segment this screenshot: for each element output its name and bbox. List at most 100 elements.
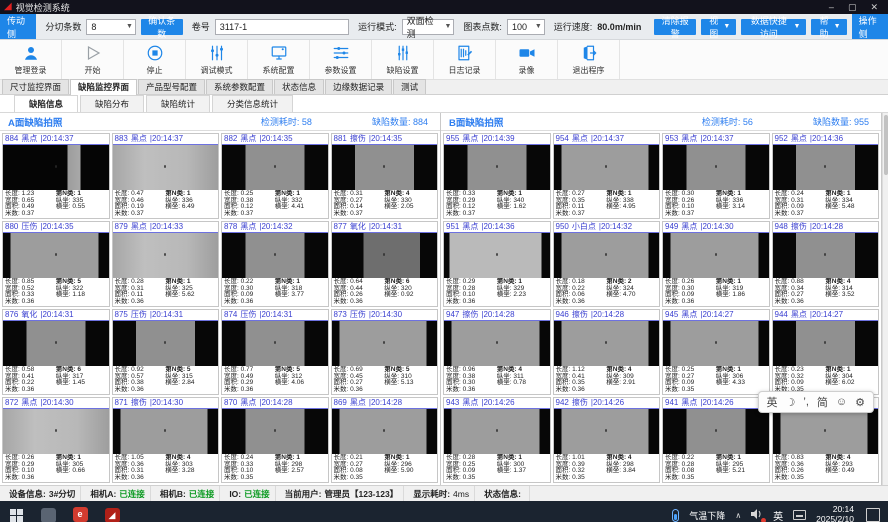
tab-6[interactable]: 测试 [393,79,426,94]
defect-cell[interactable]: 943 黑点 |20:14:26 长度: 0.28宽度: 0.25面积: 0.0… [443,397,551,483]
vertical-scrollbar[interactable] [882,113,888,485]
defect-image[interactable] [773,321,879,366]
action-center-icon[interactable] [866,508,880,522]
defect-image[interactable] [663,145,769,190]
ime-moon-icon[interactable]: ☽ [786,396,796,409]
defect-cell[interactable]: 955 黑点 |20:14:39 长度: 0.33宽度: 0.29面积: 0.1… [443,133,551,219]
defect-image[interactable] [554,145,660,190]
clear-alarm-button[interactable]: 清除报警 [654,19,696,35]
defect-image[interactable] [3,321,109,366]
ribbon-video-camera-button[interactable]: 录像 [496,40,558,79]
defect-image[interactable] [3,233,109,278]
slit-count-select[interactable]: 8 ▼ [86,19,135,35]
subtab-1[interactable]: 缺陷分布 [80,95,144,112]
tab-3[interactable]: 系统参数配置 [206,79,273,94]
weather-text[interactable]: 气温下降 [689,509,725,522]
close-button[interactable]: ✕ [870,2,878,13]
tab-5[interactable]: 边缘数据记录 [325,79,392,94]
defect-cell[interactable]: 950 小白点 |20:14:32 长度: 0.18宽度: 0.22面积: 0.… [553,221,661,307]
defect-cell[interactable]: 951 黑点 |20:14:36 长度: 0.29宽度: 0.28面积: 0.1… [443,221,551,307]
defect-image[interactable] [113,321,219,366]
defect-image[interactable] [332,145,438,190]
defect-cell[interactable]: 872 黑点 |20:14:30 长度: 0.26宽度: 0.29面积: 0.1… [2,397,110,483]
defect-image[interactable] [222,409,328,454]
defect-cell[interactable]: 945 黑点 |20:14:27 长度: 0.25宽度: 0.27面积: 0.0… [662,309,770,395]
help-menu-button[interactable]: 帮助▼ [811,19,846,35]
defect-cell[interactable]: 873 压伤 |20:14:30 长度: 0.69宽度: 0.45面积: 0.2… [331,309,439,395]
defect-image[interactable] [554,321,660,366]
defect-image[interactable] [113,233,219,278]
defect-cell[interactable]: 948 擦伤 |20:14:28 长度: 0.88宽度: 0.34面积: 0.2… [772,221,880,307]
ime-lang-toggle[interactable]: 英 [767,394,778,410]
defect-image[interactable] [3,409,109,454]
defect-image[interactable] [222,321,328,366]
defect-image[interactable] [554,409,660,454]
tab-1[interactable]: 缺陷监控界面 [70,79,137,95]
defect-image[interactable] [444,321,550,366]
tab-0[interactable]: 尺寸监控界面 [2,79,69,94]
ime-language-indicator[interactable]: 英 [773,508,783,522]
start-button[interactable] [0,501,32,522]
ime-emoji-icon[interactable]: ☺ [836,396,847,408]
roll-number-input[interactable]: 3117-1 [215,19,349,35]
defect-cell[interactable]: 949 黑点 |20:14:30 长度: 0.26宽度: 0.30面积: 0.0… [662,221,770,307]
defect-image[interactable] [663,409,769,454]
taskbar-app-gray[interactable] [32,501,64,522]
ime-simplified-toggle[interactable]: 简 [817,394,828,410]
subtab-0[interactable]: 缺陷信息 [14,95,78,112]
defect-cell[interactable]: 883 黑点 |20:14:37 长度: 0.47宽度: 0.46面积: 0.1… [112,133,220,219]
defect-image[interactable] [773,409,879,454]
defect-cell[interactable]: 881 擦伤 |20:14:35 长度: 0.31宽度: 0.27面积: 0.1… [331,133,439,219]
defect-cell[interactable]: 869 黑点 |20:14:28 长度: 0.21宽度: 0.27面积: 0.0… [331,397,439,483]
defect-image[interactable] [444,145,550,190]
hidden-icons-chevron[interactable]: ∧ [735,511,741,520]
ribbon-sliders-vertical-button[interactable]: 缺陷设置 [372,40,434,79]
volume-icon[interactable] [751,509,763,521]
taskbar-app-red[interactable]: e [64,501,96,522]
defect-image[interactable] [332,409,438,454]
defect-image[interactable] [113,409,219,454]
ribbon-user-login-button[interactable]: 管理登录 [0,40,62,79]
defect-image[interactable] [773,145,879,190]
defect-image[interactable] [554,233,660,278]
ribbon-log-document-button[interactable]: 日志记录 [434,40,496,79]
drive-side-button[interactable]: 传动侧 [0,14,36,39]
defect-image[interactable] [113,145,219,190]
defect-image[interactable] [222,145,328,190]
ribbon-play-button[interactable]: 开始 [62,40,124,79]
defect-cell[interactable]: 954 黑点 |20:14:37 长度: 0.27宽度: 0.35面积: 0.1… [553,133,661,219]
ime-settings-gear-icon[interactable]: ⚙ [855,396,865,409]
maximize-button[interactable]: ▢ [848,2,857,13]
ribbon-exit-door-button[interactable]: 退出程序 [558,40,620,79]
minimize-button[interactable]: – [829,2,834,13]
subtab-2[interactable]: 缺陷统计 [146,95,210,112]
tab-2[interactable]: 产品型号配置 [138,79,205,94]
operate-side-button[interactable]: 操作侧 [852,14,888,39]
scrollbar-thumb[interactable] [884,115,888,175]
defect-cell[interactable]: 952 黑点 |20:14:36 长度: 0.24宽度: 0.31面积: 0.0… [772,133,880,219]
defect-image[interactable] [3,145,109,190]
tab-4[interactable]: 状态信息 [274,79,324,94]
taskbar-app-red2[interactable]: ◢ [96,501,128,522]
defect-cell[interactable]: 953 黑点 |20:14:37 长度: 0.30宽度: 0.26面积: 0.1… [662,133,770,219]
defect-image[interactable] [444,409,550,454]
ribbon-stop-button[interactable]: 停止 [124,40,186,79]
defect-image[interactable] [663,321,769,366]
subtab-3[interactable]: 分类信息统计 [212,95,293,112]
defect-cell[interactable]: 877 氧化 |20:14:31 长度: 0.64宽度: 0.44面积: 0.2… [331,221,439,307]
defect-cell[interactable]: 870 黑点 |20:14:28 长度: 0.24宽度: 0.33面积: 0.1… [221,397,329,483]
confirm-slit-button[interactable]: 确认条数 [141,19,183,35]
defect-cell[interactable]: 878 黑点 |20:14:32 长度: 0.22宽度: 0.30面积: 0.0… [221,221,329,307]
view-menu-button[interactable]: 视图▼ [701,19,736,35]
run-mode-select[interactable]: 双面检测 ▼ [402,19,455,35]
defect-image[interactable] [222,233,328,278]
defect-cell[interactable]: 882 黑点 |20:14:35 长度: 0.25宽度: 0.38面积: 0.1… [221,133,329,219]
defect-image[interactable] [663,233,769,278]
ribbon-tune-vertical-button[interactable]: 调试模式 [186,40,248,79]
data-shortcut-menu-button[interactable]: 数据快捷访问▼ [741,19,806,35]
defect-cell[interactable]: 876 氧化 |20:14:31 长度: 0.58宽度: 0.41面积: 0.2… [2,309,110,395]
defect-cell[interactable]: 946 擦伤 |20:14:28 长度: 1.12宽度: 0.41面积: 0.3… [553,309,661,395]
defect-cell[interactable]: 884 黑点 |20:14:37 长度: 1.23宽度: 0.65面积: 0.4… [2,133,110,219]
defect-image[interactable] [773,233,879,278]
ribbon-monitor-button[interactable]: 系统配置 [248,40,310,79]
